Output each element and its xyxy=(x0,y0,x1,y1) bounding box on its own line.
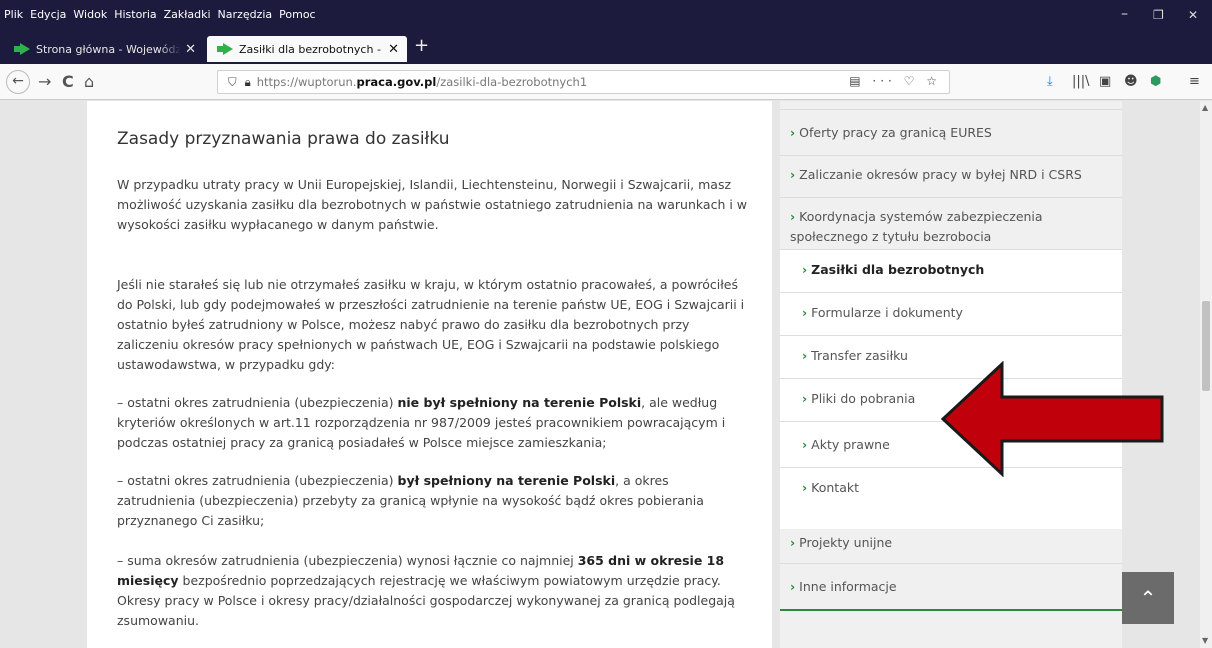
sidebar-item-inne[interactable]: › Inne informacje xyxy=(780,577,1122,597)
back-button[interactable]: ← xyxy=(6,70,30,94)
sidebar-subitem-kontakt[interactable]: › Kontakt xyxy=(780,478,1122,498)
sidebar-item-koordynacja[interactable]: › Koordynacja systemów zabezpieczenia spo… xyxy=(780,207,1080,247)
menu-narzedzia[interactable]: Narzędzia xyxy=(218,8,273,21)
tab-title: Strona główna - Wojewódzki Urząd Pracy xyxy=(36,42,182,56)
lock-icon[interactable]: 🔒︎ xyxy=(245,75,251,90)
scroll-thumb[interactable] xyxy=(1202,301,1210,391)
new-tab-button[interactable]: + xyxy=(414,35,429,56)
url-prefix: https://wuptorun. xyxy=(256,75,357,89)
paragraph-intro: W przypadku utraty pracy w Unii Europejs… xyxy=(117,177,748,232)
nav-toolbar: ← → C ⌂ ⛉ 🔒︎ https://wuptorun. praca.gov.… xyxy=(0,64,1212,100)
tracking-shield-icon[interactable]: ⛉ xyxy=(228,75,237,90)
reload-button[interactable]: C xyxy=(62,72,74,91)
tab-home[interactable]: Strona główna - Wojewódzki Urząd Pracy ✕ xyxy=(4,36,204,62)
scroll-up-icon[interactable]: ▲ xyxy=(1202,103,1208,112)
arrow-shape xyxy=(940,361,1164,477)
favicon-icon xyxy=(217,43,233,55)
menu-historia[interactable]: Historia xyxy=(114,8,156,21)
paragraph-condition-1: – ostatni okres zatrudnienia (ubezpiecze… xyxy=(117,395,726,450)
page-viewport: Zasady przyznawania prawa do zasiłku W p… xyxy=(0,101,1200,648)
paragraph-condition-3: – suma okresów zatrudnienia (ubezpieczen… xyxy=(117,553,735,628)
url-tools[interactable]: ▤ ··· ♡ ☆ xyxy=(849,74,941,88)
paragraph-condition-2: – ostatni okres zatrudnienia (ubezpiecze… xyxy=(117,473,704,528)
sidebar-item-eures[interactable]: › Oferty pracy za granicą EURES xyxy=(780,123,1122,143)
menu-zakladki[interactable]: Zakładki xyxy=(164,8,211,21)
minimize-button[interactable]: – xyxy=(1121,6,1128,22)
url-bar[interactable]: ⛉ 🔒︎ https://wuptorun. praca.gov.pl/zasil… xyxy=(217,70,950,94)
article: Zasady przyznawania prawa do zasiłku W p… xyxy=(87,101,772,648)
close-window-button[interactable]: ✕ xyxy=(1188,8,1198,22)
hamburger-menu-icon[interactable]: ≡ xyxy=(1189,74,1200,89)
home-button[interactable]: ⌂ xyxy=(84,72,94,91)
sidebar-subitem-zasilki[interactable]: › Zasiłki dla bezrobotnych xyxy=(780,260,1122,280)
menu-edycja[interactable]: Edycja xyxy=(30,8,66,21)
downloads-icon[interactable]: ⤓ xyxy=(1047,74,1053,89)
extension-icon[interactable]: ⬢ xyxy=(1150,74,1161,89)
sidebar-item-projekty[interactable]: › Projekty unijne xyxy=(780,533,1122,553)
close-tab-icon[interactable]: ✕ xyxy=(185,42,196,57)
page-scrollbar[interactable]: ▲ ▼ xyxy=(1200,101,1212,648)
tab-zasilki[interactable]: Zasiłki dla bezrobotnych - Wojewódzki ✕ xyxy=(207,36,407,62)
account-icon[interactable]: ☻ xyxy=(1124,74,1138,89)
scroll-down-icon[interactable]: ▼ xyxy=(1202,636,1208,645)
article-title: Zasady przyznawania prawa do zasiłku xyxy=(117,129,450,149)
title-bar: Plik Edycja Widok Historia Zakładki Narz… xyxy=(0,0,1212,31)
sidebar-icon[interactable]: ▣ xyxy=(1099,74,1111,89)
url-path: /zasilki-dla-bezrobotnych1 xyxy=(436,75,588,89)
forward-button[interactable]: → xyxy=(38,72,51,91)
paragraph-conditions: Jeśli nie starałeś się lub nie otrzymałe… xyxy=(117,277,745,372)
menu-pomoc[interactable]: Pomoc xyxy=(279,8,315,21)
tab-bar: Strona główna - Wojewódzki Urząd Pracy ✕… xyxy=(0,31,1212,64)
menu-bar: Plik Edycja Widok Historia Zakładki Narz… xyxy=(4,8,323,21)
sidebar-subitem-formularze[interactable]: › Formularze i dokumenty xyxy=(780,303,1122,323)
url-domain: praca.gov.pl xyxy=(356,75,437,89)
back-to-top-button[interactable]: ⌃ xyxy=(1122,572,1174,624)
red-arrow-annotation xyxy=(940,361,1164,477)
close-tab-icon[interactable]: ✕ xyxy=(388,42,399,57)
menu-widok[interactable]: Widok xyxy=(73,8,107,21)
menu-plik[interactable]: Plik xyxy=(4,8,23,21)
restore-button[interactable]: ❐ xyxy=(1153,8,1164,22)
favicon-icon xyxy=(14,43,30,55)
library-icon[interactable]: |||\ xyxy=(1072,74,1090,89)
tab-title: Zasiłki dla bezrobotnych - Wojewódzki xyxy=(239,42,384,56)
sidebar-accent-line xyxy=(780,609,1122,611)
sidebar-item-nrd-csrs[interactable]: › Zaliczanie okresów pracy w byłej NRD i … xyxy=(780,165,1122,185)
